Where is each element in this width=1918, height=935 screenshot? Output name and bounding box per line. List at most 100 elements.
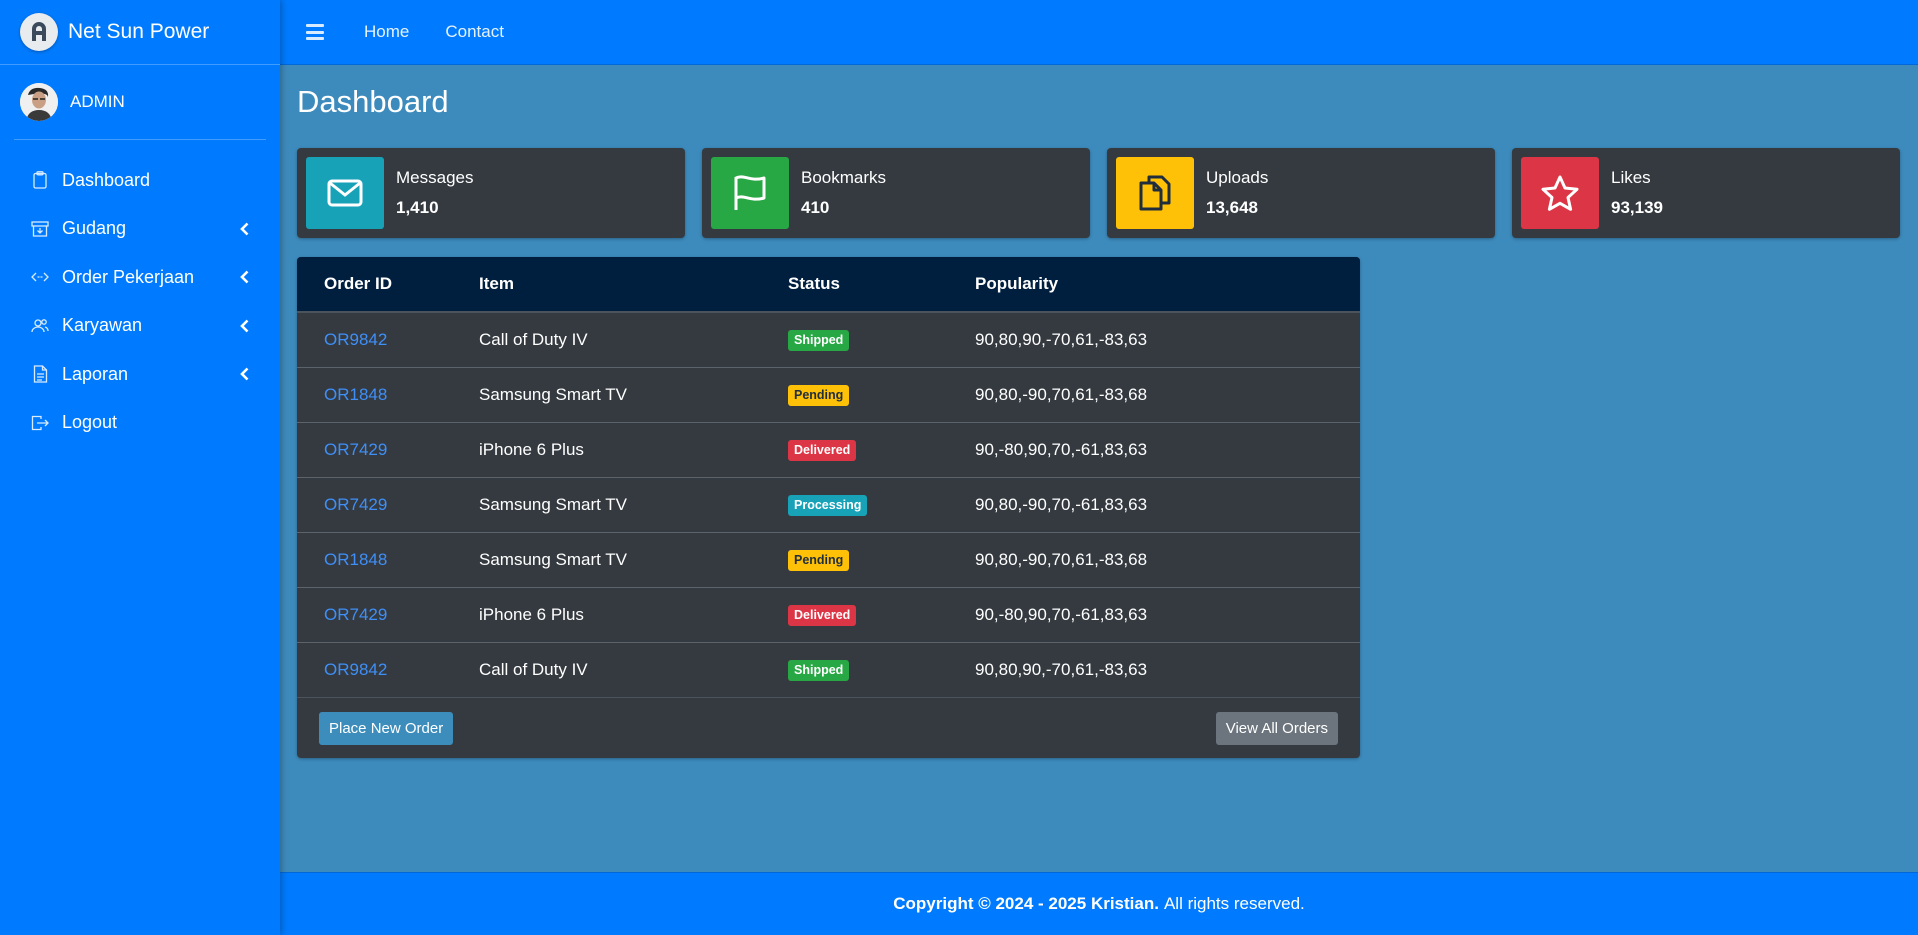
status-badge: Shipped <box>788 659 850 681</box>
order-id-link[interactable]: OR7429 <box>324 605 387 624</box>
status-badge: Processing <box>788 494 868 516</box>
order-item: Samsung Smart TV <box>479 531 788 587</box>
rights-text: All rights reserved. <box>1163 894 1305 913</box>
table-row: OR1848 Samsung Smart TV Pending 90,80,-9… <box>297 531 1360 587</box>
table-row: OR7429 iPhone 6 Plus Delivered 90,-80,90… <box>297 586 1360 642</box>
main-sidebar: Net Sun Power ADMIN Dashboard Gudang Ord… <box>0 0 280 935</box>
copyright-text: Copyright © 2024 - 2025 Kristian. <box>893 894 1159 913</box>
info-box-number: 13,648 <box>1206 198 1258 217</box>
logout-icon <box>30 413 50 433</box>
main-content: Dashboard Messages 1,410 Bookmarks 410 U… <box>280 65 1918 872</box>
place-new-order-button[interactable]: Place New Order <box>319 711 454 745</box>
column-header-item: Item <box>479 257 788 313</box>
order-item: Samsung Smart TV <box>479 366 788 422</box>
info-box-row: Messages 1,410 Bookmarks 410 Uploads 13,… <box>297 148 1901 238</box>
column-header-status: Status <box>788 257 975 313</box>
order-popularity: 90,80,-90,70,61,-83,68 <box>975 366 1360 422</box>
order-item: Call of Duty IV <box>479 641 788 697</box>
table-row: OR1848 Samsung Smart TV Pending 90,80,-9… <box>297 366 1360 422</box>
sidebar-item-label: Laporan <box>62 363 129 384</box>
order-item: Samsung Smart TV <box>479 476 788 532</box>
order-id-link[interactable]: OR1848 <box>324 550 387 569</box>
info-box-messages: Messages 1,410 <box>297 148 685 238</box>
chevron-left-icon <box>240 318 252 334</box>
sidebar-item-label: Logout <box>62 412 118 433</box>
sidebar-item-dashboard[interactable]: Dashboard <box>8 156 272 205</box>
table-row: OR9842 Call of Duty IV Shipped 90,80,90,… <box>297 641 1360 697</box>
nav-link-contact[interactable]: Contact <box>445 22 504 42</box>
orders-table: Order ID Item Status Popularity OR9842 C… <box>297 257 1360 697</box>
status-badge: Pending <box>788 549 850 571</box>
table-row: OR7429 Samsung Smart TV Processing 90,80… <box>297 476 1360 532</box>
archive-icon <box>30 219 50 239</box>
info-box-label: Likes <box>1611 168 1651 187</box>
order-id-link[interactable]: OR9842 <box>324 660 387 679</box>
order-popularity: 90,80,90,-70,61,-83,63 <box>975 311 1360 367</box>
user-name: ADMIN <box>70 92 125 111</box>
users-icon <box>30 316 50 336</box>
sidebar-item-logout[interactable]: Logout <box>8 399 272 448</box>
sidebar-item-label: Order Pekerjaan <box>62 266 195 287</box>
copy-icon <box>1116 157 1194 229</box>
info-box-label: Uploads <box>1206 168 1269 187</box>
status-badge: Delivered <box>788 604 857 626</box>
envelope-icon <box>306 157 384 229</box>
status-badge: Pending <box>788 384 850 406</box>
info-box-label: Bookmarks <box>801 168 887 187</box>
column-header-order-id: Order ID <box>297 257 479 313</box>
order-id-link[interactable]: OR7429 <box>324 440 387 459</box>
menu-toggle-icon[interactable] <box>306 24 324 40</box>
page-footer: Copyright © 2024 - 2025 Kristian. All ri… <box>280 872 1918 935</box>
sidebar-item-label: Gudang <box>62 218 127 239</box>
order-id-link[interactable]: OR1848 <box>324 385 387 404</box>
orders-card-footer: Place New Order View All Orders <box>297 697 1360 758</box>
order-item: iPhone 6 Plus <box>479 586 788 642</box>
sidebar-item-gudang[interactable]: Gudang <box>8 205 272 254</box>
info-box-number: 93,139 <box>1611 198 1663 217</box>
order-popularity: 90,80,-90,70,-61,83,63 <box>975 476 1360 532</box>
avatar <box>20 83 58 121</box>
chevron-left-icon <box>240 269 252 285</box>
info-box-likes: Likes 93,139 <box>1512 148 1900 238</box>
sidebar-item-laporan[interactable]: Laporan <box>8 350 272 399</box>
flag-icon <box>711 157 789 229</box>
sidebar-item-order-pekerjaan[interactable]: Order Pekerjaan <box>8 253 272 302</box>
document-icon <box>30 364 50 384</box>
status-badge: Shipped <box>788 329 850 351</box>
code-arrows-icon <box>30 267 50 287</box>
chevron-left-icon <box>240 221 252 237</box>
table-header-row: Order ID Item Status Popularity <box>297 257 1360 313</box>
info-box-number: 410 <box>801 198 830 217</box>
info-box-number: 1,410 <box>396 198 439 217</box>
brand-name: Net Sun Power <box>68 20 210 43</box>
info-box-label: Messages <box>396 168 474 187</box>
clipboard-icon <box>30 170 50 190</box>
order-popularity: 90,80,-90,70,61,-83,68 <box>975 531 1360 587</box>
top-navbar: Home Contact <box>280 0 1918 65</box>
sidebar-menu: Dashboard Gudang Order Pekerjaan Karyawa… <box>0 156 280 447</box>
page-title: Dashboard <box>297 84 449 119</box>
order-popularity: 90,80,90,-70,61,-83,63 <box>975 641 1360 697</box>
status-badge: Delivered <box>788 439 857 461</box>
sidebar-item-karyawan[interactable]: Karyawan <box>8 302 272 351</box>
brand-link[interactable]: Net Sun Power <box>0 0 280 65</box>
chevron-left-icon <box>240 366 252 382</box>
order-item: iPhone 6 Plus <box>479 421 788 477</box>
orders-card: Order ID Item Status Popularity OR9842 C… <box>297 257 1360 758</box>
sidebar-item-label: Dashboard <box>62 169 151 190</box>
sidebar-item-label: Karyawan <box>62 315 143 336</box>
brand-logo-icon <box>20 13 58 51</box>
info-box-bookmarks: Bookmarks 410 <box>702 148 1090 238</box>
order-id-link[interactable]: OR7429 <box>324 495 387 514</box>
star-icon <box>1521 157 1599 229</box>
order-popularity: 90,-80,90,70,-61,83,63 <box>975 421 1360 477</box>
view-all-orders-button[interactable]: View All Orders <box>1215 711 1338 745</box>
order-popularity: 90,-80,90,70,-61,83,63 <box>975 586 1360 642</box>
order-id-link[interactable]: OR9842 <box>324 330 387 349</box>
order-item: Call of Duty IV <box>479 311 788 367</box>
table-row: OR7429 iPhone 6 Plus Delivered 90,-80,90… <box>297 421 1360 477</box>
column-header-popularity: Popularity <box>975 257 1360 313</box>
table-row: OR9842 Call of Duty IV Shipped 90,80,90,… <box>297 311 1360 367</box>
user-panel[interactable]: ADMIN <box>14 65 266 140</box>
nav-link-home[interactable]: Home <box>364 22 409 42</box>
